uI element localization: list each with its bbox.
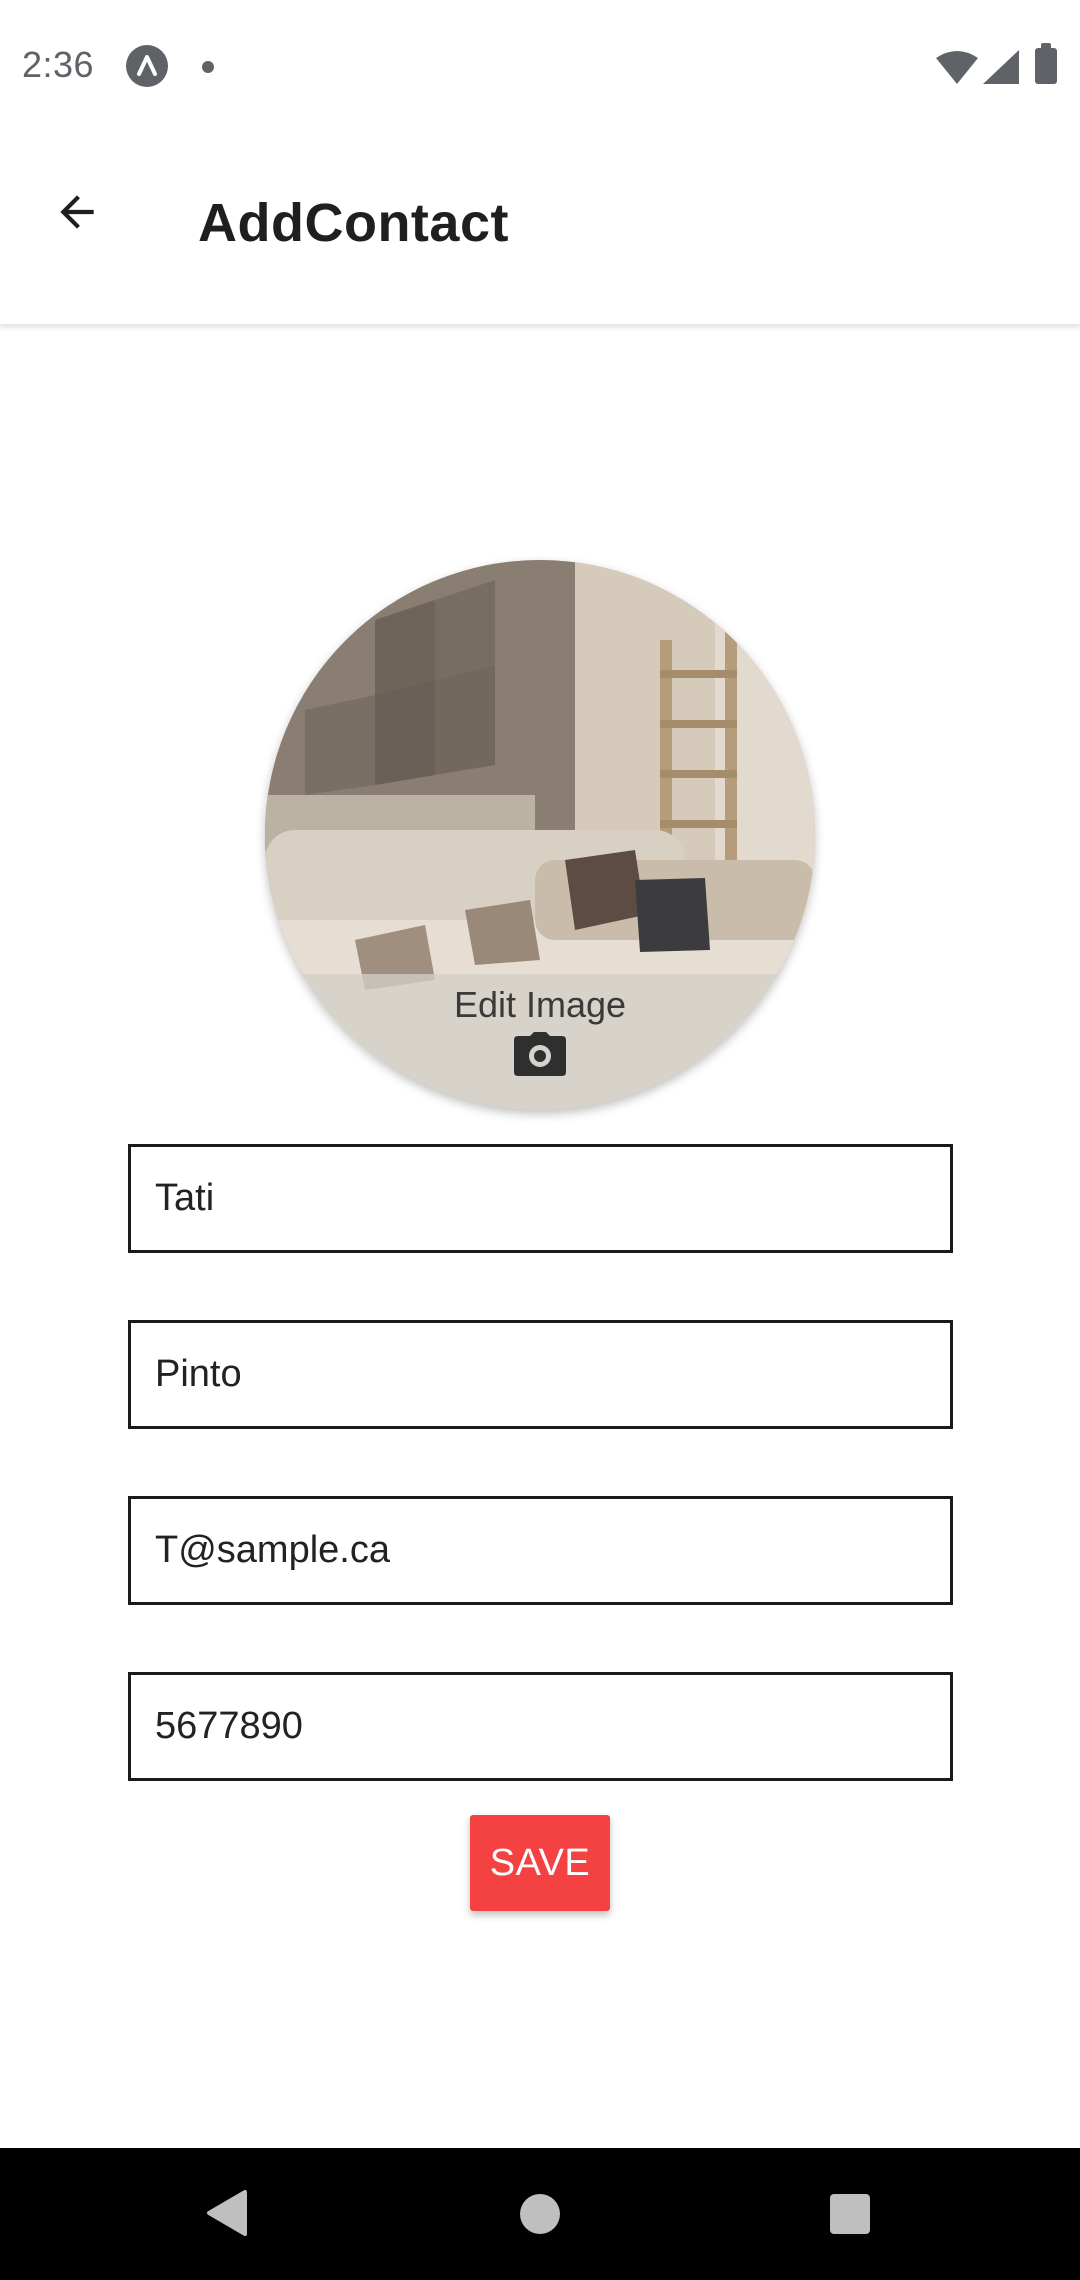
status-time: 2:36	[22, 44, 95, 85]
first-name-field[interactable]	[128, 1144, 953, 1253]
system-nav-bar	[0, 2148, 1080, 2280]
last-name-field[interactable]	[128, 1320, 953, 1429]
phone-input[interactable]	[131, 1675, 950, 1778]
nav-recent-apps-icon[interactable]	[830, 2194, 870, 2234]
back-button[interactable]	[40, 175, 114, 249]
email-field[interactable]	[128, 1496, 953, 1605]
app-notification-icon	[126, 45, 168, 87]
signal-icon	[983, 50, 1019, 89]
save-button[interactable]: SAVE	[470, 1815, 610, 1911]
app-bar: AddContact	[0, 135, 1080, 325]
page-title: AddContact	[198, 193, 509, 253]
last-name-input[interactable]	[131, 1323, 950, 1426]
wifi-icon	[936, 50, 978, 89]
edit-image-label: Edit Image	[453, 984, 627, 1025]
battery-icon	[1035, 43, 1057, 84]
email-input[interactable]	[131, 1499, 950, 1602]
nav-back-icon[interactable]	[205, 2190, 247, 2241]
first-name-input[interactable]	[131, 1147, 950, 1250]
arrow-back-icon	[60, 195, 94, 229]
dot-icon	[202, 61, 214, 73]
camera-icon[interactable]	[514, 1032, 566, 1081]
status-bar: 2:36	[0, 0, 1080, 135]
phone-field[interactable]	[128, 1672, 953, 1781]
nav-home-icon[interactable]	[520, 2194, 560, 2234]
contact-avatar[interactable]: Edit Image	[265, 560, 815, 1110]
